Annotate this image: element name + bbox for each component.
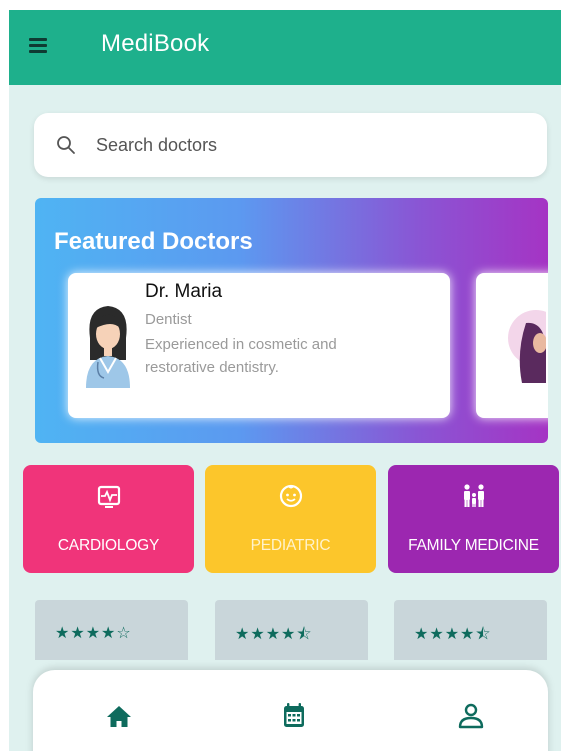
baby-face-icon [279, 484, 302, 508]
doctor-name: Dr. Maria [145, 281, 223, 302]
doctor-avatar [508, 310, 546, 383]
doctor-specialty: Dentist [145, 311, 192, 328]
rating-stars: ★★★★⯪ [235, 626, 313, 643]
category-label: PEDIATRIC [250, 537, 331, 554]
search-icon [57, 136, 75, 154]
bottom-navigation [33, 670, 548, 751]
rating-stars: ★★★★☆ [55, 625, 132, 642]
rating-card[interactable]: ★★★★⯪ [394, 600, 547, 660]
heart-monitor-icon [97, 485, 120, 508]
search-bar[interactable] [34, 113, 547, 177]
rating-card[interactable]: ★★★★☆ [35, 600, 188, 660]
category-cardiology[interactable]: CARDIOLOGY [23, 465, 194, 573]
app-screen: MediBook Featured Doctors Dr. Maria Dent… [9, 10, 561, 751]
category-family-medicine[interactable]: FAMILY MEDICINE [388, 465, 559, 573]
category-label: FAMILY MEDICINE [408, 537, 539, 554]
rating-card[interactable]: ★★★★⯪ [215, 600, 368, 660]
menu-icon[interactable] [29, 38, 51, 58]
profile-icon[interactable] [451, 700, 491, 732]
calendar-icon[interactable] [274, 700, 314, 732]
app-bar: MediBook [9, 10, 561, 85]
category-label: CARDIOLOGY [57, 537, 160, 554]
category-pediatric[interactable]: PEDIATRIC [205, 465, 376, 573]
doctor-card[interactable]: Dr. Maria Dentist Experienced in cosmeti… [68, 273, 450, 418]
doctor-avatar [86, 306, 130, 388]
featured-doctors-section: Featured Doctors Dr. Maria Dentist Exper… [35, 198, 548, 443]
doctor-description: Experienced in cosmetic and restorative … [145, 336, 337, 376]
featured-title: Featured Doctors [54, 228, 253, 255]
search-input[interactable] [96, 131, 516, 159]
rating-stars: ★★★★⯪ [414, 626, 492, 643]
home-icon[interactable] [99, 700, 139, 732]
doctor-card-next[interactable] [476, 273, 548, 418]
family-icon [463, 484, 484, 507]
app-title: MediBook [101, 30, 210, 57]
